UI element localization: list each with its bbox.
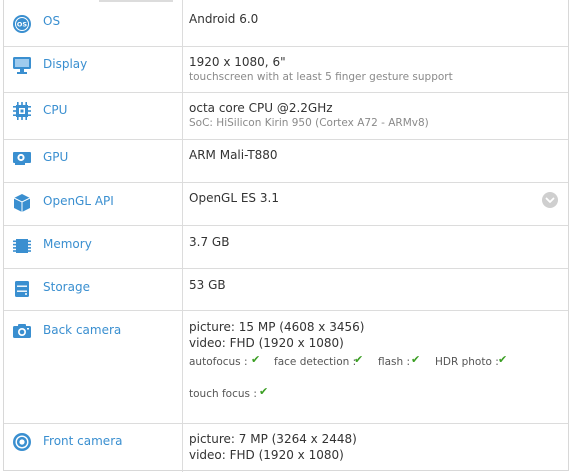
spec-label-cell: Display	[4, 47, 183, 92]
spec-row-storage: Storage 53 GB	[4, 269, 568, 311]
memory-value: 3.7 GB	[189, 235, 230, 249]
spec-label-display: Display	[43, 57, 88, 71]
front-camera-picture: picture: 7 MP (3264 x 2448)	[189, 432, 357, 446]
spec-label-cell: Front camera	[4, 424, 183, 472]
gpu-card-icon	[12, 148, 32, 168]
spec-row-display: Display 1920 x 1080, 6" touchscreen with…	[4, 47, 568, 93]
gpu-value: ARM Mali-T880	[189, 148, 278, 162]
back-camera-picture: picture: 15 MP (4608 x 3456)	[189, 320, 365, 334]
spec-label-cpu: CPU	[43, 103, 68, 117]
front-camera-icon	[12, 432, 32, 452]
camera-icon	[12, 321, 32, 341]
display-value: 1920 x 1080, 6"	[189, 55, 286, 69]
spec-row-gpu: GPU ARM Mali-T880	[4, 140, 568, 183]
feature-face-detection-label: face detection :	[274, 356, 357, 368]
checkmark-icon: ✔	[411, 353, 421, 366]
spec-label-cell: OS OS	[4, 0, 183, 46]
spec-label-cell: GPU	[4, 140, 183, 182]
checkmark-icon: ✔	[251, 353, 261, 366]
spec-label-cell: CPU	[4, 93, 183, 139]
storage-value: 53 GB	[189, 278, 226, 292]
feature-touch-focus-label: touch focus :	[189, 388, 257, 400]
spec-label-cell: Memory	[4, 226, 183, 268]
spec-label-cell: Storage	[4, 269, 183, 310]
display-icon	[12, 55, 32, 75]
back-camera-video: video: FHD (1920 x 1080)	[189, 336, 344, 350]
os-icon: OS	[12, 14, 32, 34]
svg-text:OS: OS	[17, 21, 28, 29]
spec-row-back-camera: Back camera picture: 15 MP (4608 x 3456)…	[4, 311, 568, 424]
checkmark-icon: ✔	[259, 385, 269, 398]
spec-label-back-camera: Back camera	[43, 323, 122, 337]
memory-module-icon	[12, 236, 32, 256]
spec-label-cell: Back camera	[4, 311, 183, 423]
feature-hdr-photo-label: HDR photo :	[435, 356, 499, 368]
checkmark-icon: ✔	[354, 353, 364, 366]
opengl-cube-icon	[12, 193, 32, 213]
spec-label-storage: Storage	[43, 280, 90, 294]
front-camera-video: video: FHD (1920 x 1080)	[189, 448, 344, 462]
spec-label-opengl: OpenGL API	[43, 194, 114, 208]
storage-drive-icon	[12, 279, 32, 299]
checkmark-icon: ✔	[498, 353, 508, 366]
spec-label-front-camera: Front camera	[43, 434, 123, 448]
cpu-soc-subtext: SoC: HiSilicon Kirin 950 (Cortex A72 - A…	[189, 117, 429, 129]
spec-row-opengl: OpenGL API OpenGL ES 3.1	[4, 183, 568, 226]
display-subtext: touchscreen with at least 5 finger gestu…	[189, 71, 453, 83]
chevron-down-circle-icon[interactable]	[542, 192, 558, 208]
cpu-value: octa core CPU @2.2GHz	[189, 101, 333, 115]
feature-autofocus-label: autofocus :	[189, 356, 248, 368]
spec-row-os: OS OS Android 6.0	[4, 0, 568, 47]
spec-label-memory: Memory	[43, 237, 92, 251]
cpu-chip-icon	[12, 101, 32, 121]
device-specs-table: OS OS Android 6.0 Display 1920 x 1080, 6…	[3, 0, 569, 472]
spec-row-cpu: CPU octa core CPU @2.2GHz SoC: HiSilicon…	[4, 93, 568, 140]
spec-label-gpu: GPU	[43, 150, 69, 164]
spec-label-cell: OpenGL API	[4, 183, 183, 225]
feature-flash-label: flash :	[378, 356, 411, 368]
spec-label-os: OS	[43, 14, 61, 28]
spec-row-front-camera: Front camera picture: 7 MP (3264 x 2448)…	[4, 424, 568, 472]
spec-row-memory: Memory 3.7 GB	[4, 226, 568, 269]
os-value: Android 6.0	[189, 12, 259, 26]
opengl-value: OpenGL ES 3.1	[189, 191, 279, 205]
